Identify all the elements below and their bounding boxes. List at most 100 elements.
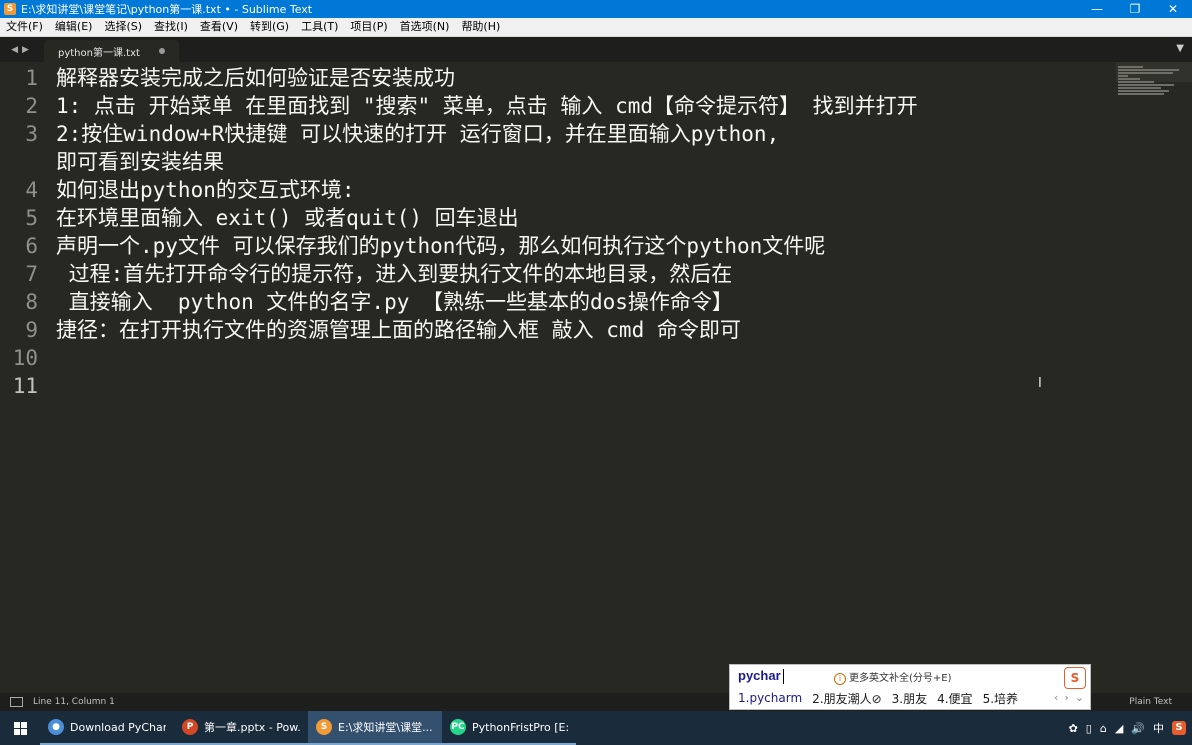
ime-hint[interactable]: i 更多英文补全(分号+E) [834, 669, 952, 685]
line-number: 2 [25, 94, 38, 118]
minimap-line [1118, 75, 1128, 77]
minimap-line [1118, 78, 1140, 80]
code-line[interactable]: 声明一个.py文件 可以保存我们的python代码，那么如何执行这个python… [56, 232, 825, 260]
ime-next-page-icon[interactable]: › [1064, 691, 1068, 704]
ime-caret [783, 669, 784, 684]
line-number-gutter: 1 2 3 4 5 6 7 8 9 10 11 [0, 62, 46, 693]
ime-candidate[interactable]: 3.朋友 [892, 690, 927, 707]
line-number: 3 [25, 122, 38, 146]
tab-bar: ◀ ▶ python第一课.txt ▼ [0, 37, 1192, 62]
minimap-line [1118, 66, 1143, 68]
menu-view[interactable]: 查看(V) [194, 18, 244, 36]
sublime-icon: S [316, 719, 332, 735]
windows-logo-icon [13, 721, 27, 735]
code-line[interactable]: 2:按住window+R快捷键 可以快速的打开 运行窗口，并在里面输入pytho… [56, 120, 779, 148]
code-line[interactable]: 1: 点击 开始菜单 在里面找到 "搜索" 菜单，点击 输入 cmd【命令提示符… [56, 92, 918, 120]
ime-hint-text: 更多英文补全(分号+E) [849, 673, 952, 684]
syntax-selector[interactable]: Plain Text [1129, 697, 1172, 707]
minimap-line [1118, 90, 1169, 92]
sogou-logo-icon: S [1064, 667, 1086, 689]
taskbar-item-pycharm[interactable]: PC PythonFristPro [E:... [442, 711, 576, 745]
ime-prev-page-icon[interactable]: ‹ [1054, 691, 1058, 704]
tray-app-icon[interactable]: ✿ [1069, 722, 1078, 735]
code-line[interactable]: 过程:首先打开命令行的提示符，进入到要执行文件的本地目录，然后在 [56, 260, 733, 288]
menu-tools[interactable]: 工具(T) [295, 18, 344, 36]
line-number: 7 [25, 262, 38, 286]
code-line[interactable]: 在环境里面输入 exit() 或者quit() 回车退出 [56, 204, 519, 232]
tray-network-icon[interactable]: ⌂ [1100, 722, 1107, 735]
line-number: 1 [25, 66, 38, 90]
chrome-icon: ● [48, 719, 64, 735]
system-tray: ✿ ▯ ⌂ ◢ 🔊 中 S [1069, 711, 1186, 745]
close-button[interactable]: ✕ [1154, 0, 1192, 18]
menu-help[interactable]: 帮助(H) [455, 18, 506, 36]
taskbar-item-sublime[interactable]: S E:\求知讲堂\课堂... [308, 711, 442, 745]
line-number: 8 [25, 290, 38, 314]
tray-device-icon[interactable]: ▯ [1086, 722, 1092, 735]
line-number: 10 [12, 346, 38, 370]
minimap-line [1118, 72, 1173, 74]
taskbar-item-label: Download PyChar... [70, 720, 166, 734]
editor-area[interactable]: 1 2 3 4 5 6 7 8 9 10 11 解释器安装完成之后如何验证是否安装成功 1: 点击 开… [0, 62, 1192, 693]
tray-wifi-icon[interactable]: ◢ [1115, 722, 1123, 735]
panel-toggle-icon[interactable] [10, 697, 23, 707]
taskbar-item-chrome[interactable]: ● Download PyChar... [40, 711, 174, 745]
ime-pager: ‹ › ⌄ [1054, 691, 1084, 704]
powerpoint-icon: P [182, 719, 198, 735]
line-number: 9 [25, 318, 38, 342]
menu-find[interactable]: 查找(I) [148, 18, 194, 36]
windows-taskbar: ● Download PyChar... P 第一章.pptx - Pow...… [0, 711, 1192, 745]
ime-candidate-window: pychar i 更多英文补全(分号+E) S 1.pycharm 2.朋友潮人⊘… [729, 664, 1091, 710]
minimize-button[interactable]: — [1078, 0, 1116, 18]
unsaved-dot-icon[interactable] [159, 48, 165, 54]
minimap-line [1118, 69, 1179, 71]
window-title: E:\求知讲堂\课堂笔记\python第一课.txt • - Sublime T… [21, 3, 313, 16]
menu-preferences[interactable]: 首选项(N) [394, 18, 456, 36]
tab-label: python第一课.txt [58, 47, 140, 59]
menu-selection[interactable]: 选择(S) [98, 18, 148, 36]
minimap-line [1118, 87, 1161, 89]
line-number: 4 [25, 178, 38, 202]
ime-candidate[interactable]: 4.便宜 [937, 690, 972, 707]
tray-sogou-icon[interactable]: S [1172, 721, 1186, 735]
menu-edit[interactable]: 编辑(E) [49, 18, 99, 36]
pycharm-icon: PC [450, 719, 466, 735]
code-line[interactable]: 解释器安装完成之后如何验证是否安装成功 [56, 64, 455, 92]
line-number: 11 [12, 374, 38, 398]
info-icon: i [834, 673, 846, 685]
ime-candidate[interactable]: 2.朋友潮人⊘ [812, 690, 882, 707]
tab-next-icon[interactable]: ▶ [22, 45, 29, 55]
line-number: 5 [25, 206, 38, 230]
minimap[interactable] [1116, 62, 1192, 693]
code-line[interactable]: 如何退出python的交互式环境: [56, 176, 355, 204]
menu-goto[interactable]: 转到(G) [244, 18, 295, 36]
menu-file[interactable]: 文件(F) [0, 18, 49, 36]
ime-candidate[interactable]: 5.培养 [983, 690, 1018, 707]
line-number: 6 [25, 234, 38, 258]
minimap-line [1118, 93, 1164, 95]
tab-prev-icon[interactable]: ◀ [11, 45, 18, 55]
restore-button[interactable]: ❐ [1116, 0, 1154, 18]
code-view[interactable]: 解释器安装完成之后如何验证是否安装成功 1: 点击 开始菜单 在里面找到 "搜索"… [56, 62, 1116, 693]
text-cursor-icon: I [1038, 376, 1042, 391]
tray-volume-icon[interactable]: 🔊 [1131, 722, 1145, 735]
taskbar-item-label: PythonFristPro [E:... [472, 720, 568, 734]
ime-expand-icon[interactable]: ⌄ [1075, 691, 1084, 704]
start-button[interactable] [0, 711, 40, 745]
tab-menu-icon[interactable]: ▼ [1176, 43, 1184, 54]
code-line[interactable]: 捷径：在打开执行文件的资源管理上面的路径输入框 敲入 cmd 命令即可 [56, 316, 741, 344]
tab-python-lesson[interactable]: python第一课.txt [44, 40, 179, 62]
code-line[interactable]: 即可看到安装结果 [56, 148, 224, 176]
ime-composition: pychar [738, 668, 781, 683]
taskbar-item-powerpoint[interactable]: P 第一章.pptx - Pow... [174, 711, 308, 745]
sublime-app-icon: S [4, 3, 16, 15]
ime-candidate[interactable]: 1.pycharm [738, 691, 802, 705]
tray-language-indicator[interactable]: 中 [1153, 720, 1164, 736]
taskbar-item-label: E:\求知讲堂\课堂... [338, 721, 433, 734]
minimap-line [1118, 81, 1154, 83]
title-bar: S E:\求知讲堂\课堂笔记\python第一课.txt • - Sublime… [0, 0, 1192, 18]
taskbar-item-label: 第一章.pptx - Pow... [204, 721, 300, 734]
minimap-line [1118, 84, 1174, 86]
menu-project[interactable]: 项目(P) [344, 18, 393, 36]
code-line[interactable]: 直接输入 python 文件的名字.py 【熟练一些基本的dos操作命令】 [56, 288, 733, 316]
